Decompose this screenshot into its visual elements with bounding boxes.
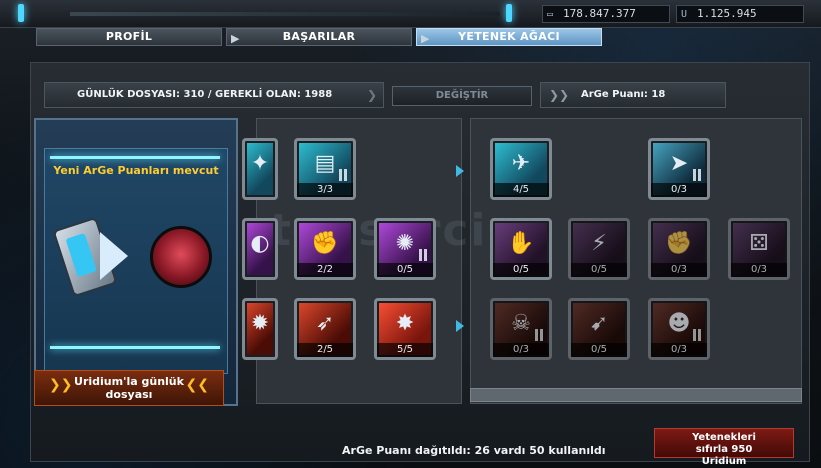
reset-skills-button[interactable]: Yetenekleri sıfırla 950 Uridium — [654, 428, 794, 467]
fist-icon: ✊ — [311, 231, 339, 256]
skill-level: 0/3 — [731, 263, 787, 277]
uridium-logfile-label: Uridium'la günlük dosyası — [74, 375, 184, 401]
pause-icon — [693, 329, 701, 341]
skill-level: 0/5 — [493, 263, 549, 277]
skill-missile[interactable]: ➹ 0/5 — [568, 298, 630, 360]
tab-achievements-label: BAŞARILAR — [282, 30, 356, 43]
skill-level: 2/2 — [297, 263, 353, 277]
reset-skills-label: Yetenekleri sıfırla 950 Uridium — [692, 432, 756, 467]
glow-right-icon — [506, 4, 512, 22]
pause-icon — [339, 169, 347, 181]
skill-ship-boost[interactable]: ➤ 0/3 — [648, 138, 710, 200]
tab-arrow-icon: ▶ — [421, 32, 430, 45]
missile-icon: ➹ — [589, 311, 609, 336]
pause-icon — [535, 329, 543, 341]
points-distributed-text: ArGe Puanı dağıtıldı: 26 vardı 50 kullan… — [342, 444, 606, 457]
skill-level: 3/3 — [297, 183, 353, 197]
top-bar: ▭ 178.847.377 U 1.125.945 — [0, 0, 821, 28]
arge-points-text: ArGe Puanı: 18 — [581, 89, 666, 100]
skill-heat[interactable]: ✹ — [242, 298, 278, 360]
power-fist-icon: ✊ — [665, 231, 693, 256]
skill-power-fist[interactable]: ✊ 0/3 — [648, 218, 710, 280]
skill-level: 0/5 — [377, 263, 433, 277]
card-title: Yeni ArGe Puanları mevcut — [53, 164, 219, 177]
tab-profile[interactable]: PROFİL — [36, 28, 222, 46]
skill-cannon[interactable]: ✦ — [242, 138, 278, 200]
skill-hand[interactable]: ✋ 0/5 — [490, 218, 552, 280]
skill-rocket[interactable]: ➶ 2/5 — [294, 298, 356, 360]
double-arrow-left-icon: ❮❮ — [185, 377, 209, 393]
ship-speed-icon: ✈ — [511, 151, 531, 176]
daily-file-text: GÜNLÜK DOSYASI: 310 / GEREKLİ OLAN: 1988 — [77, 89, 333, 100]
beam-icon: ⚡ — [591, 231, 607, 256]
alien-avatar-icon — [150, 226, 212, 288]
double-arrow-icon: ❯❯ — [49, 377, 73, 393]
tab-profile-label: PROFİL — [105, 30, 153, 43]
tab-skill-tree-label: YETENEK AĞACI — [458, 30, 560, 43]
skill-level: 0/3 — [493, 343, 549, 357]
rocket-icon: ➶ — [315, 311, 335, 336]
uridium-icon: U — [681, 9, 688, 20]
skill-level: 5/5 — [377, 343, 433, 357]
top-rail — [70, 12, 500, 16]
pause-icon — [693, 169, 701, 181]
uridium-value: 1.125.945 — [697, 7, 757, 20]
explosion-icon: ✸ — [395, 311, 415, 336]
skill-beam[interactable]: ⚡ 0/5 — [568, 218, 630, 280]
credits-icon: ▭ — [547, 9, 554, 20]
horizontal-scrollbar[interactable] — [470, 388, 802, 402]
uridium-display: U 1.125.945 — [676, 5, 804, 23]
energy-bottom-icon — [50, 346, 220, 349]
dice-icon: ⚄ — [749, 231, 769, 256]
arrow-right-icon — [100, 232, 128, 280]
double-chevron-icon: ❯❯ — [549, 88, 570, 102]
skill-level: 0/5 — [571, 263, 627, 277]
energy-top-icon — [50, 156, 220, 159]
arge-points-display: ❯❯ ArGe Puanı: 18 — [540, 82, 726, 108]
skill-fist[interactable]: ✊ 2/2 — [294, 218, 356, 280]
skill-level: 4/5 — [493, 183, 549, 197]
skill-dice[interactable]: ⚄ 0/3 — [728, 218, 790, 280]
daily-file-status: GÜNLÜK DOSYASI: 310 / GEREKLİ OLAN: 1988… — [44, 82, 384, 108]
skill-level: 2/5 — [297, 343, 353, 357]
skill-alien[interactable]: ☻ 0/3 — [648, 298, 710, 360]
glow-left-icon — [18, 4, 24, 22]
uridium-logfile-button[interactable]: ❯❯ Uridium'la günlük dosyası ❮❮ — [34, 370, 224, 406]
skill-level: 0/3 — [651, 263, 707, 277]
skill-skull[interactable]: ☠ 0/3 — [490, 298, 552, 360]
skill-level: 0/5 — [571, 343, 627, 357]
skill-shield-plate[interactable]: ▤ 3/3 — [294, 138, 356, 200]
skill-blast[interactable]: ✺ 0/5 — [374, 218, 436, 280]
cannon-icon: ✦ — [250, 151, 270, 176]
hand-icon: ✋ — [507, 231, 535, 256]
tab-skill-tree[interactable]: ▶ YETENEK AĞACI — [416, 28, 602, 46]
skill-ship-speed[interactable]: ✈ 4/5 — [490, 138, 552, 200]
skill-level: 0/3 — [651, 343, 707, 357]
skill-emp[interactable]: ◐ — [242, 218, 278, 280]
tab-bar: PROFİL ▶ BAŞARILAR ▶ YETENEK AĞACI — [36, 28, 602, 46]
heat-icon: ✹ — [250, 311, 270, 336]
pause-icon — [419, 249, 427, 261]
credits-display: ▭ 178.847.377 — [542, 5, 670, 23]
skill-explosion[interactable]: ✸ 5/5 — [374, 298, 436, 360]
emp-icon: ◐ — [250, 231, 270, 256]
tab-achievements[interactable]: ▶ BAŞARILAR — [226, 28, 412, 46]
change-button[interactable]: DEĞİŞTİR — [392, 86, 532, 106]
tab-arrow-icon: ▶ — [231, 32, 240, 45]
chevron-right-icon: ❯ — [366, 88, 377, 102]
skill-level: 0/3 — [651, 183, 707, 197]
credits-value: 178.847.377 — [563, 7, 636, 20]
